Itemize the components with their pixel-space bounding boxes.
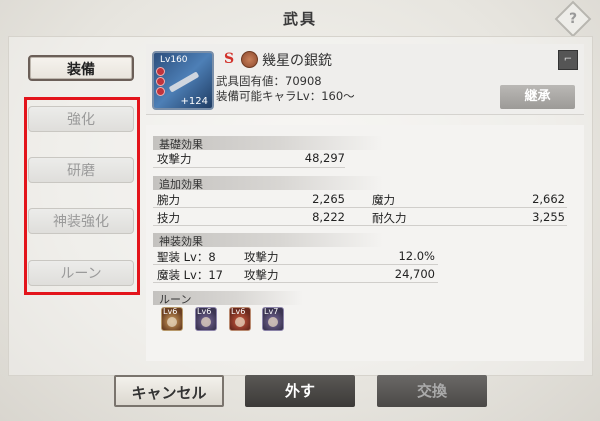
highlight-box: [24, 97, 140, 295]
divine-holy-value: 12.0%: [398, 249, 435, 263]
weapon-equip-level: 装備可能キャラLv：160～: [216, 89, 355, 103]
stat-label-endurance: 耐久力: [372, 211, 407, 225]
weapon-plus: +124: [180, 96, 208, 107]
menu-equip-button[interactable]: 装備: [28, 55, 134, 81]
divine-demon-value: 24,700: [394, 267, 435, 281]
divine-demon-label: 攻撃力: [244, 268, 279, 282]
inherit-button[interactable]: 継承: [500, 85, 575, 109]
section-basic: 基礎効果: [153, 136, 383, 151]
basic-attack-value: 48,297: [304, 151, 345, 165]
stat-value-endurance: 3,255: [532, 210, 565, 224]
rune-slot-3[interactable]: Lv6: [229, 307, 251, 331]
rune-slot-1[interactable]: Lv6: [161, 307, 183, 331]
divider: [153, 225, 567, 226]
stat-label-strength: 腕力: [157, 193, 180, 207]
rune-level: Lv6: [231, 307, 246, 316]
exchange-button[interactable]: 交換: [377, 375, 487, 407]
stat-value-skill: 8,222: [312, 210, 345, 224]
cancel-button[interactable]: キャンセル: [114, 375, 224, 407]
section-additional: 追加効果: [153, 176, 383, 191]
basic-attack-label: 攻撃力: [157, 152, 192, 166]
weapon-level: Lv160: [160, 55, 188, 65]
rune-slot-4[interactable]: Lv7: [262, 307, 284, 331]
weapon-name: 幾星の銀銃: [262, 53, 332, 69]
divine-holy-level: 聖装 Lv：8: [157, 250, 216, 264]
divider: [153, 264, 438, 265]
rune-slot-2[interactable]: Lv6: [195, 307, 217, 331]
weapon-thumbnail[interactable]: Lv160 +124: [152, 51, 214, 110]
element-icon: [241, 51, 258, 68]
stat-label-skill: 技力: [157, 211, 180, 225]
stat-value-magic: 2,662: [532, 192, 565, 206]
rune-level: Lv6: [163, 307, 178, 316]
rarity-badge: S: [224, 51, 235, 67]
divider: [153, 207, 567, 208]
stat-label-magic: 魔力: [372, 193, 395, 207]
help-icon[interactable]: ?: [554, 0, 592, 38]
remove-button[interactable]: 外す: [245, 375, 355, 407]
weapon-unique-value: 武具固有値：70908: [216, 74, 322, 88]
gun-icon: [168, 71, 200, 93]
section-divine: 神装効果: [153, 233, 383, 248]
divider: [153, 167, 345, 168]
section-rune: ルーン: [153, 291, 303, 306]
divine-holy-label: 攻撃力: [244, 250, 279, 264]
divine-demon-level: 魔装 Lv：17: [157, 268, 224, 282]
page-title: 武具: [282, 10, 317, 28]
stat-value-strength: 2,265: [312, 192, 345, 206]
rune-level: Lv7: [264, 307, 279, 316]
divider: [153, 282, 438, 283]
rune-level: Lv6: [197, 307, 212, 316]
weapon-type-icon: ⌐: [558, 50, 578, 70]
